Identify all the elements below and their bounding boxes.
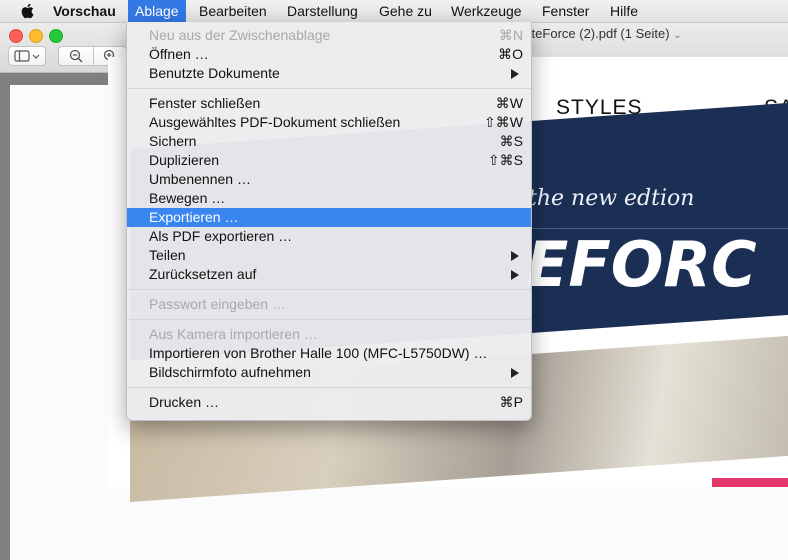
menu-gehe-zu[interactable]: Gehe zu: [372, 0, 439, 22]
menu-item-shortcut: ⇧⌘W: [484, 114, 523, 130]
menu-item-shortcut: ⌘S: [499, 133, 523, 149]
menu-item[interactable]: Als PDF exportieren …: [127, 227, 531, 246]
chevron-down-icon: ⌄: [673, 30, 682, 41]
menu-item-label: Importieren von Brother Halle 100 (MFC-L…: [149, 345, 488, 361]
menu-item[interactable]: Umbenennen …: [127, 170, 531, 189]
menu-item[interactable]: Zurücksetzen auf: [127, 265, 531, 284]
menu-item-shortcut: ⌘O: [498, 46, 523, 62]
menu-item-shortcut: ⌘W: [495, 95, 523, 111]
window-title-text: KiteForce (2).pdf (1 Seite): [520, 26, 670, 41]
submenu-arrow-icon: [511, 270, 519, 280]
menu-item-label: Benutzte Dokumente: [149, 65, 280, 81]
menu-ablage[interactable]: Ablage: [128, 0, 186, 22]
submenu-arrow-icon: [511, 251, 519, 261]
menu-item[interactable]: Bewegen …: [127, 189, 531, 208]
menu-item-shortcut: ⇧⌘S: [487, 152, 523, 168]
sidebar-icon: [14, 50, 40, 62]
pdf-title: EFORC: [526, 228, 757, 301]
menu-werkzeuge[interactable]: Werkzeuge: [444, 0, 529, 22]
submenu-arrow-icon: [511, 69, 519, 79]
zoom-out-button[interactable]: [58, 46, 94, 66]
menu-bearbeiten[interactable]: Bearbeiten: [192, 0, 274, 22]
menu-item-label: Aus Kamera importieren …: [149, 326, 318, 342]
menu-hilfe[interactable]: Hilfe: [603, 0, 645, 22]
menu-item-label: Duplizieren: [149, 152, 220, 168]
menu-item-label: Neu aus der Zwischenablage: [149, 27, 331, 43]
menu-item[interactable]: Ausgewähltes PDF-Dokument schließen ⇧⌘W: [127, 113, 531, 132]
menu-item-label: Exportieren …: [149, 209, 239, 225]
menu-item-label: Bildschirmfoto aufnehmen: [149, 364, 311, 380]
submenu-arrow-icon: [511, 368, 519, 378]
menu-item-label: Drucken …: [149, 394, 220, 410]
menu-darstellung[interactable]: Darstellung: [280, 0, 365, 22]
menu-item-shortcut: ⌘P: [499, 394, 523, 410]
zoom-window-button[interactable]: [49, 29, 63, 43]
menu-item[interactable]: Bildschirmfoto aufnehmen: [127, 363, 531, 382]
menu-item-label: Umbenennen …: [149, 171, 251, 187]
menu-item-label: Öffnen …: [149, 46, 209, 62]
pdf-subtitle: the new edtion: [528, 186, 695, 211]
menu-bar: Vorschau Ablage Bearbeiten Darstellung G…: [0, 0, 788, 23]
menu-separator: [127, 387, 531, 388]
menu-app-vorschau[interactable]: Vorschau: [46, 0, 123, 22]
menu-item-label: Fenster schließen: [149, 95, 261, 111]
minimize-window-button[interactable]: [29, 29, 43, 43]
menu-item-shortcut: ⌘N: [498, 27, 523, 43]
sidebar-toggle-button[interactable]: [8, 46, 46, 66]
menu-item: Aus Kamera importieren …: [127, 325, 531, 344]
apple-icon[interactable]: [20, 3, 34, 19]
menu-item-label: Sichern: [149, 133, 197, 149]
menu-item-label: Teilen: [149, 247, 186, 263]
menu-fenster[interactable]: Fenster: [535, 0, 596, 22]
menu-item-label: Als PDF exportieren …: [149, 228, 293, 244]
ablage-dropdown-menu: Neu aus der Zwischenablage ⌘N Öffnen … ⌘O Be…: [126, 22, 532, 421]
window-title[interactable]: KiteForce (2).pdf (1 Seite) ⌄: [520, 26, 682, 41]
menu-separator: [127, 88, 531, 89]
menu-item-label: Bewegen …: [149, 190, 226, 206]
menu-item: Passwort eingeben …: [127, 295, 531, 314]
menu-item-label: Zurücksetzen auf: [149, 266, 257, 282]
menu-item[interactable]: Fenster schließen ⌘W: [127, 94, 531, 113]
menu-item[interactable]: Drucken … ⌘P: [127, 393, 531, 412]
menu-item[interactable]: Benutzte Dokumente: [127, 64, 531, 83]
zoom-out-icon: [69, 49, 83, 63]
menu-separator: [127, 289, 531, 290]
close-window-button[interactable]: [9, 29, 23, 43]
menu-item[interactable]: Importieren von Brother Halle 100 (MFC-L…: [127, 344, 531, 363]
menu-item-label: Ausgewähltes PDF-Dokument schließen: [149, 114, 401, 130]
menu-item[interactable]: Exportieren …: [127, 208, 531, 227]
menu-item[interactable]: Öffnen … ⌘O: [127, 45, 531, 64]
menu-item[interactable]: Sichern ⌘S: [127, 132, 531, 151]
menu-item-label: Passwort eingeben …: [149, 296, 286, 312]
menu-separator: [127, 319, 531, 320]
menu-item: Neu aus der Zwischenablage ⌘N: [127, 26, 531, 45]
menu-item[interactable]: Duplizieren ⇧⌘S: [127, 151, 531, 170]
menu-item[interactable]: Teilen: [127, 246, 531, 265]
pdf-accent-bar: [712, 478, 788, 487]
